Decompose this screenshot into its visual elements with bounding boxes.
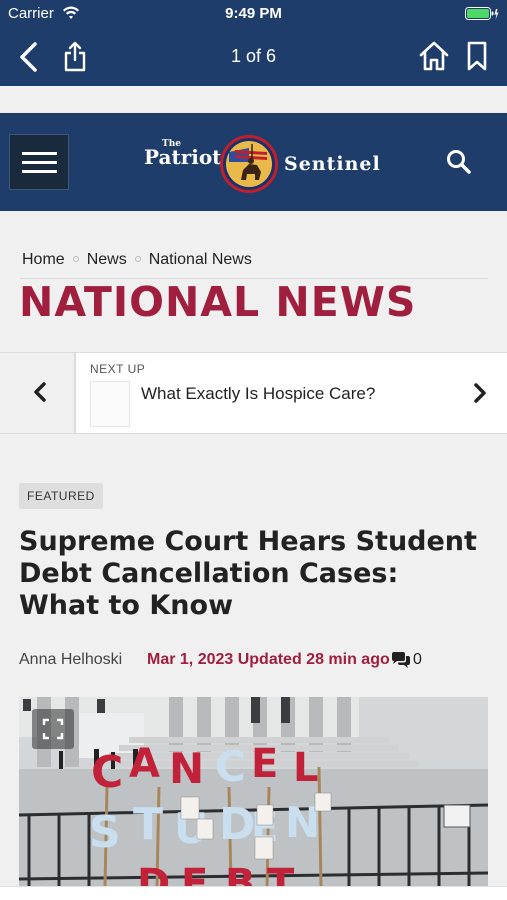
article-hero-image[interactable]: C A N C E L S T U D E N D E B T [19,697,488,886]
comment-count: 0 [413,651,422,668]
svg-text:D: D [137,861,170,886]
svg-text:S: S [89,807,121,858]
article-headline: Supreme Court Hears Student Debt Cancell… [19,526,477,621]
svg-text:T: T [133,799,163,850]
svg-text:C: C [215,742,246,791]
next-up-thumbnail[interactable] [90,381,130,427]
svg-text:E: E [181,861,208,886]
back-arrow-icon[interactable] [14,40,44,74]
breadcrumb-national-news[interactable]: National News [149,251,252,268]
svg-text:E: E [251,741,278,787]
breadcrumb-news[interactable]: News [87,251,127,268]
search-icon[interactable] [444,147,474,177]
comments-icon [392,652,410,668]
site-seal-logo[interactable] [219,134,279,194]
logo-small-text: The [162,139,181,149]
web-view-spacer [0,86,507,113]
comments-link[interactable]: 0 [390,649,450,671]
home-icon[interactable] [418,40,450,72]
expand-icon [42,718,64,740]
clock-time: 9:49 PM [225,5,282,22]
site-header: The Patriot Sentinel [0,113,507,211]
article-page: Home News National News NATIONAL NEWS NEXT… [0,211,507,886]
bottom-toolbar [0,886,507,900]
site-logo-right[interactable]: Sentinel [284,153,381,175]
chevron-left-icon [34,382,46,402]
svg-text:L: L [293,745,319,791]
breadcrumb-home[interactable]: Home [22,251,65,268]
top-navigation-bar: 1 of 6 [0,28,507,86]
previous-article-button[interactable] [0,353,76,433]
hero-photo: C A N C E L S T U D E N D E B T [19,697,488,886]
breadcrumb-separator [134,255,141,262]
breadcrumb: Home News National News [22,251,252,269]
chevron-right-icon[interactable] [460,375,500,411]
menu-button[interactable] [9,134,69,190]
publish-date: Mar 1, 2023 Updated 28 min ago [147,651,390,668]
author-name[interactable]: Anna Helhoski [19,651,122,668]
svg-text:T: T [267,861,295,886]
bookmark-icon[interactable] [463,40,491,72]
status-bar: Carrier 9:49 PM [0,0,507,28]
svg-text:B: B [225,861,256,886]
byline: Anna Helhoski Mar 1, 2023 Updated 28 min… [19,651,390,669]
next-up-title[interactable]: What Exactly Is Hospice Care? [141,384,375,404]
featured-badge: FEATURED [19,483,103,509]
section-title: NATIONAL NEWS [19,278,417,326]
share-icon[interactable] [62,40,88,74]
svg-text:N: N [169,744,204,793]
expand-image-button[interactable] [32,709,74,749]
site-logo-left[interactable]: The Patriot [144,139,221,169]
next-up-bar: NEXT UP What Exactly Is Hospice Care? [0,352,507,434]
svg-text:C: C [91,747,123,798]
breadcrumb-separator [72,255,79,262]
battery-icon [465,7,499,20]
svg-text:A: A [129,741,160,787]
menu-icon [22,152,57,155]
next-up-label: NEXT UP [90,362,146,376]
